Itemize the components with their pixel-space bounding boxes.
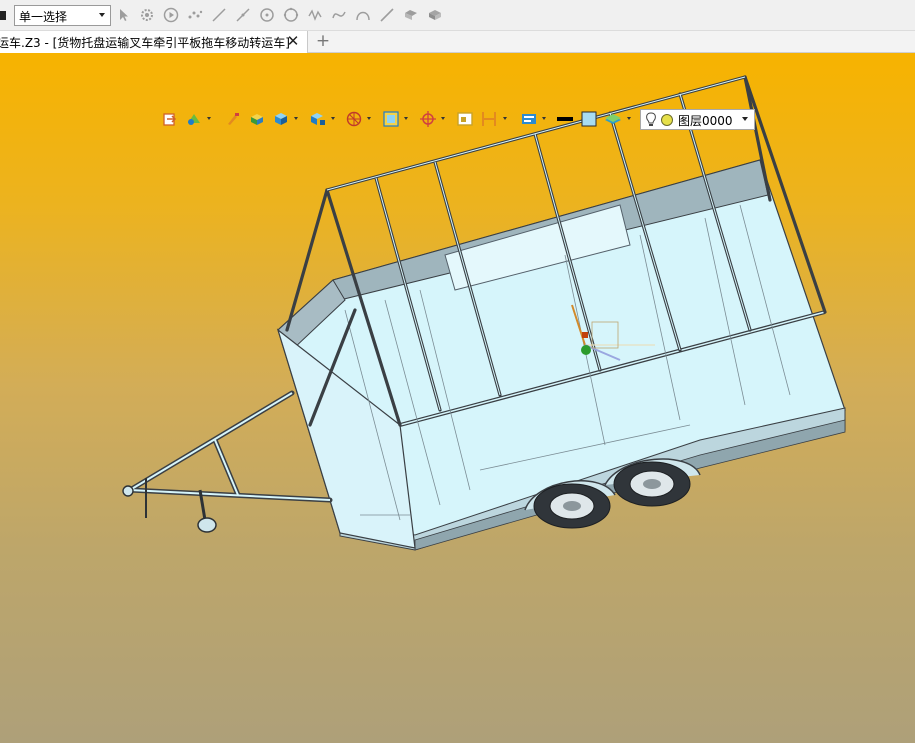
chevron-down-icon[interactable] (627, 117, 631, 120)
chevron-down-icon[interactable] (207, 117, 211, 120)
points-icon[interactable] (186, 6, 204, 24)
brush-icon[interactable] (224, 110, 242, 128)
layer-dropdown[interactable]: 图层0000 (640, 109, 755, 130)
layer-stack-icon[interactable] (604, 110, 622, 128)
document-tab-bar: 运车.Z3 - [货物托盘运输叉车牵引平板拖车移动转运车] ✕ + (0, 31, 915, 53)
frame-icon[interactable] (480, 110, 498, 128)
gear-pick-icon[interactable] (138, 6, 156, 24)
curve-icon[interactable] (306, 6, 324, 24)
chevron-down-icon[interactable] (404, 117, 408, 120)
document-tab[interactable]: 运车.Z3 - [货物托盘运输叉车牵引平板拖车移动转运车] ✕ (0, 31, 308, 53)
selection-filter-dropdown[interactable]: 单一选择 (14, 5, 111, 26)
snap-target-icon[interactable] (419, 110, 437, 128)
fill-color-icon[interactable] (580, 110, 598, 128)
zoom-fit-icon[interactable] (456, 110, 474, 128)
cursor-icon[interactable] (115, 6, 133, 24)
toolbar-stub (0, 11, 6, 20)
view-toolbar: 图层0000 (158, 107, 755, 132)
line-icon[interactable] (210, 6, 228, 24)
3d-viewport[interactable]: 图层0000 (0, 53, 915, 743)
selection-toolbar: 单一选择 (0, 0, 915, 31)
chevron-down-icon[interactable] (503, 117, 507, 120)
selection-filter-value: 单一选择 (19, 10, 68, 24)
layer-name: 图层0000 (678, 114, 733, 128)
cube-icon[interactable] (272, 110, 290, 128)
trailer-model (122, 75, 846, 551)
document-tab-title: 运车.Z3 - [货物托盘运输叉车牵引平板拖车移动转运车] (0, 36, 290, 50)
bulb-icon[interactable] (645, 112, 657, 127)
arc-icon[interactable] (354, 6, 372, 24)
circle-center-icon[interactable] (258, 6, 276, 24)
box-shaded-icon[interactable] (248, 110, 266, 128)
section-icon[interactable] (382, 110, 400, 128)
view-orient-icon[interactable] (309, 110, 327, 128)
close-icon[interactable]: ✕ (286, 34, 300, 49)
circle-icon[interactable] (282, 6, 300, 24)
chevron-down-icon (742, 117, 748, 121)
new-tab-button[interactable]: + (315, 32, 331, 50)
drawbar (127, 390, 333, 503)
solid-icon[interactable] (426, 6, 444, 24)
dimension-icon[interactable] (520, 110, 538, 128)
chevron-down-icon[interactable] (542, 117, 546, 120)
chevron-down-icon[interactable] (294, 117, 298, 120)
spline-icon[interactable] (330, 6, 348, 24)
chevron-down-icon[interactable] (331, 117, 335, 120)
chevron-down-icon[interactable] (367, 117, 371, 120)
view-paint-icon[interactable] (185, 110, 203, 128)
play-icon[interactable] (162, 6, 180, 24)
diagonal-line-icon[interactable] (234, 6, 252, 24)
face-icon[interactable] (402, 6, 420, 24)
chevron-down-icon (99, 13, 105, 17)
render-mode-icon[interactable] (345, 110, 363, 128)
line-color-icon[interactable] (556, 110, 574, 128)
chevron-down-icon[interactable] (441, 117, 445, 120)
line-tangent-icon[interactable] (378, 6, 396, 24)
layer-color-icon (661, 114, 673, 126)
exit-sketch-icon[interactable] (161, 110, 179, 128)
